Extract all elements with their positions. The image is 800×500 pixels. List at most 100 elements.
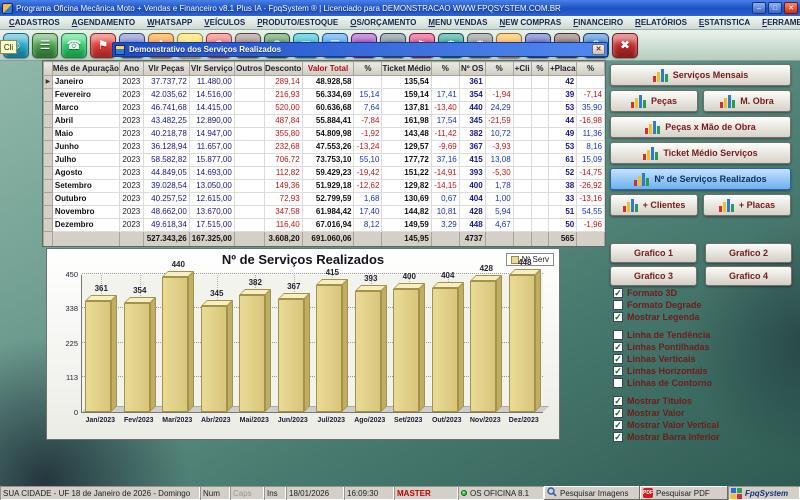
- panel-button[interactable]: Peças x Mão de Obra: [610, 116, 791, 138]
- cell: 1,00: [485, 193, 513, 206]
- checkbox-box[interactable]: ✓: [613, 354, 623, 364]
- close-icon[interactable]: ✕: [592, 44, 605, 55]
- column-header[interactable]: %: [354, 62, 382, 76]
- table-row[interactable]: ▶Janeiro202337.737,7211.480,00289,1448.9…: [44, 76, 605, 89]
- status-search-images[interactable]: Pesquisar Imagens: [544, 486, 640, 500]
- panel-button[interactable]: Peças: [610, 90, 698, 112]
- cell: 24,29: [485, 102, 513, 115]
- checkbox-mostrar-valor-vertical[interactable]: ✓Mostrar Valor Vertical: [613, 420, 719, 430]
- column-header[interactable]: Valor Total: [302, 62, 354, 76]
- column-header[interactable]: Mês de Apuração: [52, 62, 119, 76]
- menu-item[interactable]: RELATÓRIOS: [629, 17, 693, 28]
- column-header[interactable]: +Cli: [513, 62, 531, 76]
- column-header[interactable]: %: [485, 62, 513, 76]
- table-row[interactable]: Abril202343.482,2512.890,00487,8455.884,…: [44, 115, 605, 128]
- table-row[interactable]: Novembro202348.662,0013.670,00347,5861.9…: [44, 206, 605, 219]
- table-row[interactable]: Setembro202339.028,5413.050,00149,3651.9…: [44, 180, 605, 193]
- cell: 129,57: [382, 141, 431, 154]
- column-header[interactable]: Desconto: [264, 62, 302, 76]
- checkbox-box[interactable]: ✓: [613, 432, 623, 442]
- checkbox-box[interactable]: ✓: [613, 366, 623, 376]
- close-icon[interactable]: ✕: [784, 2, 798, 14]
- grafico-button[interactable]: Grafico 1: [610, 243, 697, 263]
- checkbox-box[interactable]: [613, 330, 623, 340]
- panel-button[interactable]: Nº de Serviços Realizados: [610, 168, 791, 190]
- menu-item[interactable]: AGENDAMENTO: [66, 17, 141, 28]
- checkbox-box[interactable]: [613, 378, 623, 388]
- cell: Novembro: [52, 206, 119, 219]
- checkbox-linhas-verticais[interactable]: ✓Linhas Verticais: [613, 354, 696, 364]
- column-header[interactable]: Vlr Serviço: [189, 62, 234, 76]
- menu-item[interactable]: FERRAMENTAS: [756, 17, 800, 28]
- checkbox-box[interactable]: ✓: [613, 312, 623, 322]
- status-search-pdf[interactable]: PDFPesquisar PDF: [640, 486, 728, 500]
- exit-icon[interactable]: ✖: [612, 33, 638, 58]
- column-header[interactable]: Outros: [234, 62, 264, 76]
- menu-item[interactable]: WHATSAPP: [141, 17, 198, 28]
- checkbox-linhas-de-contorno[interactable]: Linhas de Contorno: [613, 378, 712, 388]
- table-row[interactable]: Dezembro202349.618,3417.515,00116,4067.0…: [44, 219, 605, 232]
- menu-item[interactable]: FINANCEIRO: [567, 17, 629, 28]
- checkbox-mostrar-valor[interactable]: ✓Mostrar Valor: [613, 408, 685, 418]
- report-window-titlebar[interactable]: Demonstrativo dos Serviços Realizados ✕: [112, 42, 608, 57]
- table-row[interactable]: Marco202346.741,6814.415,00520,0060.636,…: [44, 102, 605, 115]
- cell: 177,72: [382, 154, 431, 167]
- checkbox-linhas-horizontais[interactable]: ✓Linhas Horizontais: [613, 366, 708, 376]
- column-header[interactable]: Vlr Peças: [143, 62, 189, 76]
- panel-button[interactable]: + Clientes: [610, 194, 698, 216]
- schedule-icon[interactable]: ☰: [32, 33, 58, 58]
- bar-value-label: 400: [390, 272, 429, 281]
- checkbox-box[interactable]: [613, 300, 623, 310]
- cell: 14.516,00: [189, 89, 234, 102]
- grafico-button[interactable]: Grafico 3: [610, 266, 697, 286]
- table-row[interactable]: Maio202340.218,7814.947,00355,8054.809,9…: [44, 128, 605, 141]
- checkbox-mostrar-legenda[interactable]: ✓Mostrar Legenda: [613, 312, 700, 322]
- checkbox-formato-degrade[interactable]: Formato Degrade: [613, 300, 702, 310]
- menu-item[interactable]: OS/ORÇAMENTO: [344, 17, 422, 28]
- checkbox-box[interactable]: ✓: [613, 408, 623, 418]
- table-row[interactable]: Fevereiro202342.035,6214.516,00216,9356.…: [44, 89, 605, 102]
- panel-button[interactable]: Serviços Mensais: [610, 64, 791, 86]
- bar-front-face: [201, 306, 227, 412]
- cell: 2023: [119, 102, 143, 115]
- column-header[interactable]: %: [531, 62, 549, 76]
- grafico-button[interactable]: Grafico 4: [705, 266, 792, 286]
- table-row[interactable]: Outubro202340.257,5212.615,0072,9352.799…: [44, 193, 605, 206]
- checkbox-box[interactable]: ✓: [613, 288, 623, 298]
- column-header[interactable]: Nº OS: [459, 62, 485, 76]
- panel-button[interactable]: + Placas: [703, 194, 791, 216]
- table-row[interactable]: Julho202358.582,8215.877,00706,7273.753,…: [44, 154, 605, 167]
- menu-item[interactable]: ESTATISTICA: [693, 17, 756, 28]
- panel-button[interactable]: Ticket Médio Serviços: [610, 142, 791, 164]
- menu-item[interactable]: PRODUTO/ESTOQUE: [251, 17, 344, 28]
- table-row[interactable]: Agosto202344.849,0514.693,00112,8259.429…: [44, 167, 605, 180]
- checkbox-mostrar-barra-inferior[interactable]: ✓Mostrar Barra Inferior: [613, 432, 720, 442]
- checkbox-linhas-pontilhadas[interactable]: ✓Linhas Pontilhadas: [613, 342, 710, 352]
- checkbox-formato-3d[interactable]: ✓Formato 3D: [613, 288, 677, 298]
- menu-item[interactable]: NEW COMPRAS: [493, 17, 567, 28]
- column-header[interactable]: Ano: [119, 62, 143, 76]
- column-header[interactable]: Ticket Médio: [382, 62, 431, 76]
- table-row[interactable]: Junho202336.128,9411.657,00232,6847.553,…: [44, 141, 605, 154]
- checkbox-box[interactable]: ✓: [613, 396, 623, 406]
- totals-cell: [513, 232, 531, 247]
- cell: 7,64: [354, 102, 382, 115]
- panel-button[interactable]: M. Obra: [703, 90, 791, 112]
- checkbox-box[interactable]: ✓: [613, 342, 623, 352]
- checkbox-linha-de-tend-ncia[interactable]: Linha de Tendência: [613, 330, 710, 340]
- column-header[interactable]: %: [577, 62, 605, 76]
- column-header[interactable]: %: [431, 62, 459, 76]
- grafico-button[interactable]: Grafico 2: [705, 243, 792, 263]
- checkbox-box[interactable]: ✓: [613, 420, 623, 430]
- whatsapp-icon[interactable]: ☎: [61, 33, 87, 58]
- cell: -7,14: [577, 89, 605, 102]
- cell: 2023: [119, 193, 143, 206]
- checkbox-mostrar-t-tulos[interactable]: ✓Mostrar Títulos: [613, 396, 692, 406]
- menu-item[interactable]: MENU VENDAS: [422, 17, 493, 28]
- minimize-icon[interactable]: –: [752, 2, 766, 14]
- maximize-icon[interactable]: □: [768, 2, 782, 14]
- cell: 13,08: [485, 154, 513, 167]
- column-header[interactable]: +Placa: [549, 62, 577, 76]
- menu-item[interactable]: VEÍCULOS: [198, 17, 251, 28]
- menu-item[interactable]: CADASTROS: [3, 17, 66, 28]
